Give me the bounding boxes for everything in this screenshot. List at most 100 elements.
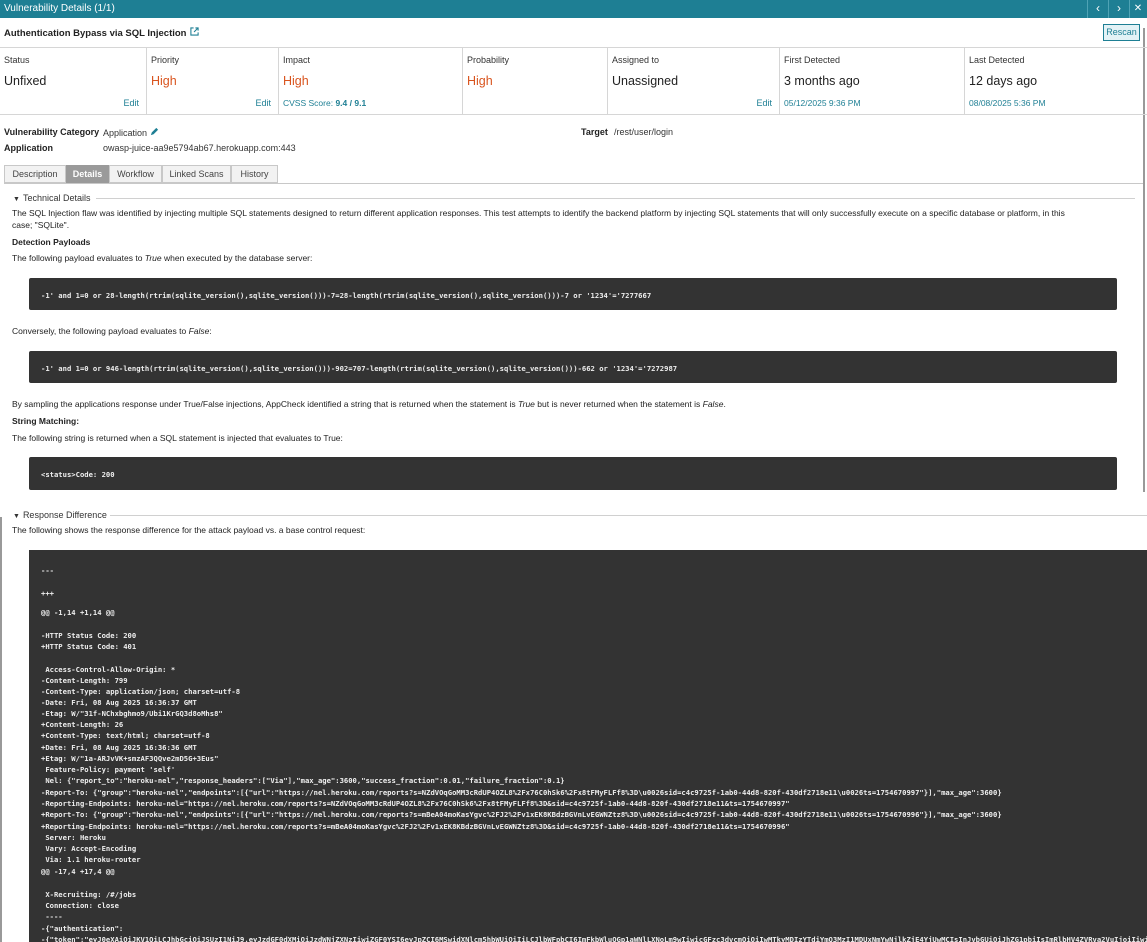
target-label: Target — [581, 127, 608, 137]
category-label: Vulnerability Category — [4, 127, 100, 137]
priority-label: Priority — [151, 55, 180, 65]
diff-line: X-Recruiting: /#/jobs — [41, 890, 137, 899]
cvss-score-value: 9.4 / 9.1 — [335, 98, 367, 108]
priority-edit-link[interactable]: Edit — [255, 98, 271, 108]
target-value: /rest/user/login — [614, 127, 674, 137]
true-payload-code: -1' and 1=0 or 28-length(rtrim(sqlite_ve… — [41, 291, 652, 300]
true-intro-post: when executed by the database server: — [161, 253, 313, 263]
priority-value: High — [151, 74, 177, 88]
vulnerability-name: Authentication Bypass via SQL Injection — [4, 27, 200, 39]
diff-line: -Reporting-Endpoints: heroku-nel="https:… — [41, 799, 790, 808]
sampling-mid: but is never returned when the statement… — [534, 399, 703, 409]
detection-payloads-heading: Detection Payloads — [12, 237, 91, 247]
prev-icon[interactable]: ‹ — [1088, 0, 1108, 18]
application-label: Application — [4, 143, 53, 153]
rescan-button[interactable]: Rescan — [1103, 24, 1140, 41]
diff-line: +++ — [41, 589, 54, 598]
first-detected-label: First Detected — [784, 55, 841, 65]
assigned-edit-link[interactable]: Edit — [756, 98, 772, 108]
section-rule — [96, 198, 1135, 199]
probability-label: Probability — [467, 55, 510, 65]
tab-workflow[interactable]: Workflow — [109, 165, 162, 183]
collapse-triangle-icon: ▼ — [13, 196, 20, 203]
diff-line: -Content-Type: application/json; charset… — [41, 687, 241, 696]
diff-line: ---- — [41, 912, 63, 921]
diff-line: Via: 1.1 heroku-router — [41, 855, 141, 864]
sampling-post: . — [723, 399, 726, 409]
application-value: owasp-juice-aa9e5794ab67.herokuapp.com:4… — [103, 143, 296, 153]
technical-intro-line-1: The SQL Injection flaw was identified by… — [12, 208, 1065, 218]
application-value-row: owasp-juice-aa9e5794ab67.herokuapp.com:4… — [103, 143, 296, 153]
target-label-row: Target — [581, 127, 608, 137]
last-detected-value: 12 days ago — [969, 74, 1038, 88]
window-title: Vulnerability Details (1/1) — [4, 3, 115, 14]
probability-cell: Probability High — [463, 48, 608, 115]
sampling-true-word: True — [518, 399, 535, 409]
cvss-score: CVSS Score: 9.4 / 9.1 — [283, 98, 366, 108]
response-difference-toggle[interactable]: ▼ Response Difference — [13, 510, 107, 520]
category-row: Vulnerability Category — [4, 127, 99, 137]
diff-line: Connection: close — [41, 901, 119, 910]
true-payload-intro: The following payload evaluates to True … — [12, 252, 312, 264]
status-edit-link[interactable]: Edit — [123, 98, 139, 108]
diff-line: -{"token":"eyJ0eXAiOiJKV1QiLCJhbGciOiJSU… — [41, 935, 1147, 942]
impact-value: High — [283, 74, 309, 88]
external-link-icon[interactable] — [190, 27, 200, 39]
technical-intro-line-2: case; "SQLite". — [12, 220, 70, 230]
cvss-score-label: CVSS Score: — [283, 98, 334, 108]
tab-description[interactable]: Description — [4, 165, 66, 183]
false-intro-pre: Conversely, the following payload evalua… — [12, 326, 189, 336]
diff-line: Vary: Accept-Encoding — [41, 844, 137, 853]
last-detected-cell: Last Detected 12 days ago 08/08/2025 5:3… — [965, 48, 1147, 115]
section-rule — [110, 515, 1147, 516]
diff-line: Access-Control-Allow-Origin: * — [41, 665, 176, 674]
false-payload-intro: Conversely, the following payload evalua… — [12, 325, 212, 337]
diff-line: -Etag: W/"31f-NChxbghmo9/Ubi1KrGQ3d8oMhs… — [41, 709, 223, 718]
diff-line: Feature-Policy: payment 'self' — [41, 765, 176, 774]
technical-details-heading: Technical Details — [22, 193, 91, 203]
diff-line: Server: Heroku — [41, 833, 106, 842]
tab-details[interactable]: Details — [66, 165, 109, 183]
target-value-row: /rest/user/login — [614, 127, 673, 137]
category-value: Application — [103, 128, 148, 138]
impact-label: Impact — [283, 55, 311, 65]
status-cell: Status Unfixed Edit — [0, 48, 147, 115]
close-icon[interactable]: ✕ — [1129, 0, 1147, 18]
tab-divider — [4, 183, 1143, 184]
tab-linked-scans[interactable]: Linked Scans — [162, 165, 231, 183]
diff-line: --- — [41, 566, 54, 575]
assigned-value: Unassigned — [612, 74, 679, 88]
diff-scrollbar[interactable] — [0, 517, 2, 942]
last-detected-date: 08/08/2025 5:36 PM — [969, 98, 1046, 108]
next-icon[interactable]: › — [1109, 0, 1129, 18]
pencil-icon[interactable] — [150, 127, 159, 138]
first-detected-date: 05/12/2025 9:36 PM — [784, 98, 861, 108]
diff-line: @@ -17,4 +17,4 @@ — [41, 867, 115, 876]
technical-details-toggle[interactable]: ▼ Technical Details — [13, 193, 90, 203]
response-difference-intro: The following shows the response differe… — [12, 525, 366, 535]
diff-line: -Content-Length: 799 — [41, 676, 128, 685]
string-match-block: <status>Code: 200 — [29, 457, 1117, 490]
string-match-code: <status>Code: 200 — [41, 470, 115, 479]
impact-cell: Impact High CVSS Score: 9.4 / 9.1 — [279, 48, 463, 115]
diff-line: +Reporting-Endpoints: heroku-nel="https:… — [41, 822, 790, 831]
window-titlebar: Vulnerability Details (1/1) ‹ › ✕ — [0, 0, 1147, 18]
false-intro-post: : — [209, 326, 212, 336]
true-intro-pre: The following payload evaluates to — [12, 253, 145, 263]
string-matching-intro: The following string is returned when a … — [12, 433, 343, 443]
response-diff-block: --- +++ @@ -1,14 +1,14 @@ -HTTP Status Code… — [29, 550, 1147, 942]
last-detected-label: Last Detected — [969, 55, 1025, 65]
true-payload-block: -1' and 1=0 or 28-length(rtrim(sqlite_ve… — [29, 278, 1117, 310]
vulnerability-name-text: Authentication Bypass via SQL Injection — [4, 28, 187, 39]
diff-line: -{"authentication": — [41, 924, 124, 933]
status-value: Unfixed — [4, 74, 47, 88]
string-matching-heading: String Matching: — [12, 416, 80, 426]
diff-line: -Date: Fri, 08 Aug 2025 16:36:37 GMT — [41, 698, 197, 707]
tab-history[interactable]: History — [231, 165, 278, 183]
priority-cell: Priority High Edit — [147, 48, 279, 115]
summary-strip: Status Unfixed Edit Priority High Edit I… — [0, 47, 1147, 115]
first-detected-value: 3 months ago — [784, 74, 860, 88]
diff-line: @@ -1,14 +1,14 @@ — [41, 608, 115, 617]
assigned-cell: Assigned to Unassigned Edit — [608, 48, 780, 115]
diff-line: -HTTP Status Code: 200 — [41, 631, 137, 640]
